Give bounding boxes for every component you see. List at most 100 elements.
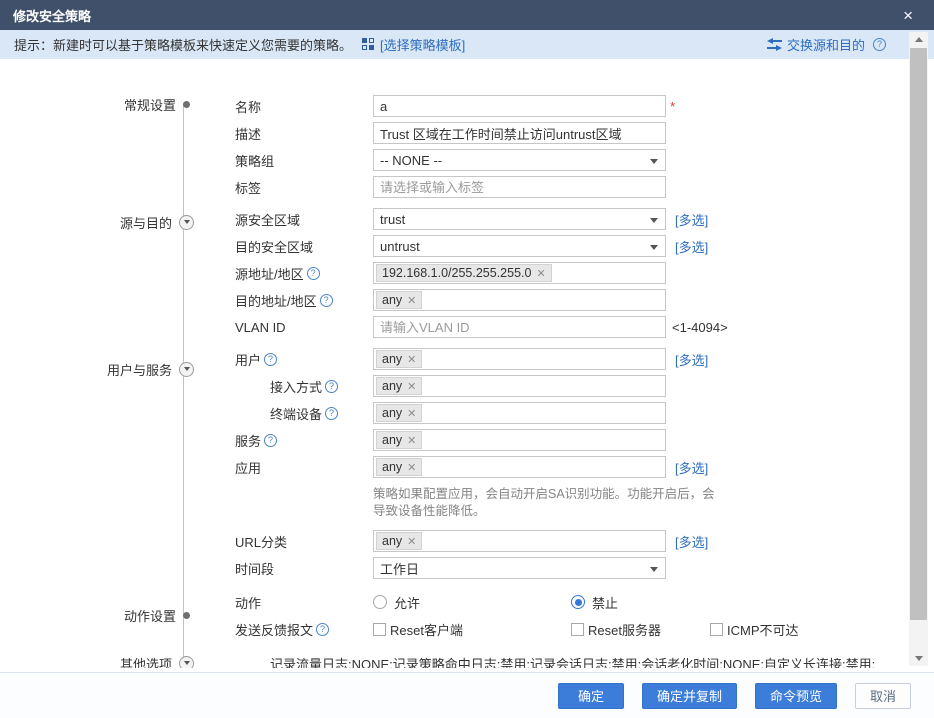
help-icon[interactable]: ? [264, 353, 277, 366]
select-template-link[interactable]: [选择策略模板] [380, 35, 465, 54]
allow-radio-label[interactable]: 允许 [394, 593, 420, 612]
cancel-button[interactable]: 取消 [855, 683, 911, 709]
tag-input[interactable] [373, 176, 666, 198]
time-range-value: 工作日 [380, 559, 419, 578]
icmp-unreachable-label[interactable]: ICMP不可达 [727, 620, 799, 639]
user-chip-input[interactable]: any ✕ [373, 348, 666, 370]
row-src-zone: 源安全区域 trust [多选] [235, 208, 895, 230]
swap-label[interactable]: 交换源和目的 [787, 35, 865, 54]
row-url-category: URL分类 any✕ [多选] [235, 530, 895, 552]
allow-radio[interactable] [373, 595, 387, 609]
policy-group-value: -- NONE -- [380, 153, 442, 168]
row-terminal: 终端设备? any ✕ [235, 402, 895, 424]
chevron-down-icon [650, 245, 658, 254]
app-note: 策略如果配置应用，会自动开启SA识别功能。功能开启后，会导致设备性能降低。 [373, 486, 723, 520]
src-zone-value: trust [380, 212, 405, 227]
policy-group-select[interactable]: -- NONE -- [373, 149, 666, 171]
reset-server-checkbox[interactable] [571, 623, 584, 636]
app-multi-select-link[interactable]: [多选] [675, 458, 708, 477]
user-multi-select-link[interactable]: [多选] [675, 350, 708, 369]
dst-zone-multi-select-link[interactable]: [多选] [675, 237, 708, 256]
dialog-body: 常规设置 源与目的 用户与服务 动作设置 其他选项 名称 * 描述 策略组 --… [0, 59, 934, 668]
row-service: 服务? any ✕ [235, 429, 895, 451]
chip-remove-icon[interactable]: ✕ [407, 353, 416, 366]
section-other: 其他选项 [0, 655, 191, 668]
help-icon[interactable]: ? [316, 623, 329, 636]
chip-remove-icon[interactable]: ✕ [407, 434, 416, 447]
dst-zone-select[interactable]: untrust [373, 235, 666, 257]
src-addr-label: 源地址/地区? [235, 264, 373, 283]
help-icon[interactable]: ? [264, 434, 277, 447]
chip-remove-icon[interactable]: ✕ [407, 294, 416, 307]
scroll-down-icon[interactable] [909, 651, 928, 666]
row-action: 动作 允许 禁止 [235, 591, 895, 613]
reset-client-label[interactable]: Reset客户端 [390, 620, 463, 639]
app-chip-input[interactable]: any ✕ [373, 456, 666, 478]
chip-remove-icon[interactable]: ✕ [536, 267, 545, 280]
dialog-footer: 确定 确定并复制 命令预览 取消 [0, 672, 934, 718]
scrollbar-thumb[interactable] [910, 48, 927, 620]
section-dot-icon [183, 612, 190, 619]
ok-button[interactable]: 确定 [558, 683, 624, 709]
access-mode-chip-input[interactable]: any✕ [373, 375, 666, 397]
dst-addr-chip-input[interactable]: any✕ [373, 289, 666, 311]
feedback-label: 发送反馈报文? [235, 620, 373, 639]
dst-zone-label: 目的安全区域 [235, 237, 373, 256]
icmp-unreachable-checkbox[interactable] [710, 623, 723, 636]
vlan-range-hint: <1-4094> [672, 320, 728, 335]
chip-remove-icon[interactable]: ✕ [407, 535, 416, 548]
collapse-icon[interactable] [179, 656, 194, 669]
service-label-text: 服务 [235, 431, 261, 450]
scroll-up-icon[interactable] [909, 32, 928, 47]
help-icon[interactable]: ? [320, 294, 333, 307]
deny-radio[interactable] [571, 595, 585, 609]
chip-remove-icon[interactable]: ✕ [407, 461, 416, 474]
chip-remove-icon[interactable]: ✕ [407, 380, 416, 393]
terminal-label: 终端设备? [235, 404, 373, 423]
row-policy-group: 策略组 -- NONE -- [235, 149, 895, 171]
help-icon[interactable]: ? [307, 267, 320, 280]
section-action: 动作设置 [0, 607, 191, 623]
src-zone-multi-select-link[interactable]: [多选] [675, 210, 708, 229]
ok-and-copy-button[interactable]: 确定并复制 [642, 683, 737, 709]
description-input[interactable] [373, 122, 666, 144]
terminal-chip-input[interactable]: any ✕ [373, 402, 666, 424]
vertical-scrollbar[interactable] [909, 32, 928, 666]
row-time-range: 时间段 工作日 [235, 557, 895, 579]
app-chip-text: any [382, 460, 402, 474]
hint-bar: 提示：新建时可以基于策略模板来快速定义您需要的策略。 [选择策略模板] 交换源和… [0, 30, 934, 59]
src-addr-chip: 192.168.1.0/255.255.255.0✕ [376, 264, 552, 282]
collapse-icon[interactable] [179, 215, 194, 230]
reset-server-label[interactable]: Reset服务器 [588, 620, 661, 639]
collapse-icon[interactable] [179, 362, 194, 377]
row-name: 名称 * [235, 95, 895, 117]
src-zone-select[interactable]: trust [373, 208, 666, 230]
chip-remove-icon[interactable]: ✕ [407, 407, 416, 420]
url-category-chip-input[interactable]: any✕ [373, 530, 666, 552]
terminal-chip-text: any [382, 406, 402, 420]
help-icon[interactable]: ? [325, 380, 338, 393]
swap-source-dest[interactable]: 交换源和目的 ? [767, 35, 886, 54]
command-preview-button[interactable]: 命令预览 [755, 683, 837, 709]
name-label: 名称 [235, 97, 373, 116]
section-general-label: 常规设置 [124, 95, 176, 114]
service-chip-input[interactable]: any ✕ [373, 429, 666, 451]
access-mode-label: 接入方式? [235, 377, 373, 396]
src-addr-chip-input[interactable]: 192.168.1.0/255.255.255.0✕ [373, 262, 666, 284]
vlan-label: VLAN ID [235, 320, 373, 335]
service-chip-text: any [382, 433, 402, 447]
time-range-select[interactable]: 工作日 [373, 557, 666, 579]
row-dst-zone: 目的安全区域 untrust [多选] [235, 235, 895, 257]
deny-radio-label[interactable]: 禁止 [592, 593, 618, 612]
terminal-chip: any ✕ [376, 404, 422, 422]
row-dst-addr: 目的地址/地区? any✕ [235, 289, 895, 311]
name-input[interactable] [373, 95, 666, 117]
vlan-input[interactable] [373, 316, 666, 338]
url-category-multi-select-link[interactable]: [多选] [675, 532, 708, 551]
reset-client-checkbox[interactable] [373, 623, 386, 636]
feedback-label-text: 发送反馈报文 [235, 620, 313, 639]
help-icon[interactable]: ? [873, 38, 886, 51]
close-icon[interactable]: × [903, 7, 921, 24]
user-chip-text: any [382, 352, 402, 366]
help-icon[interactable]: ? [325, 407, 338, 420]
